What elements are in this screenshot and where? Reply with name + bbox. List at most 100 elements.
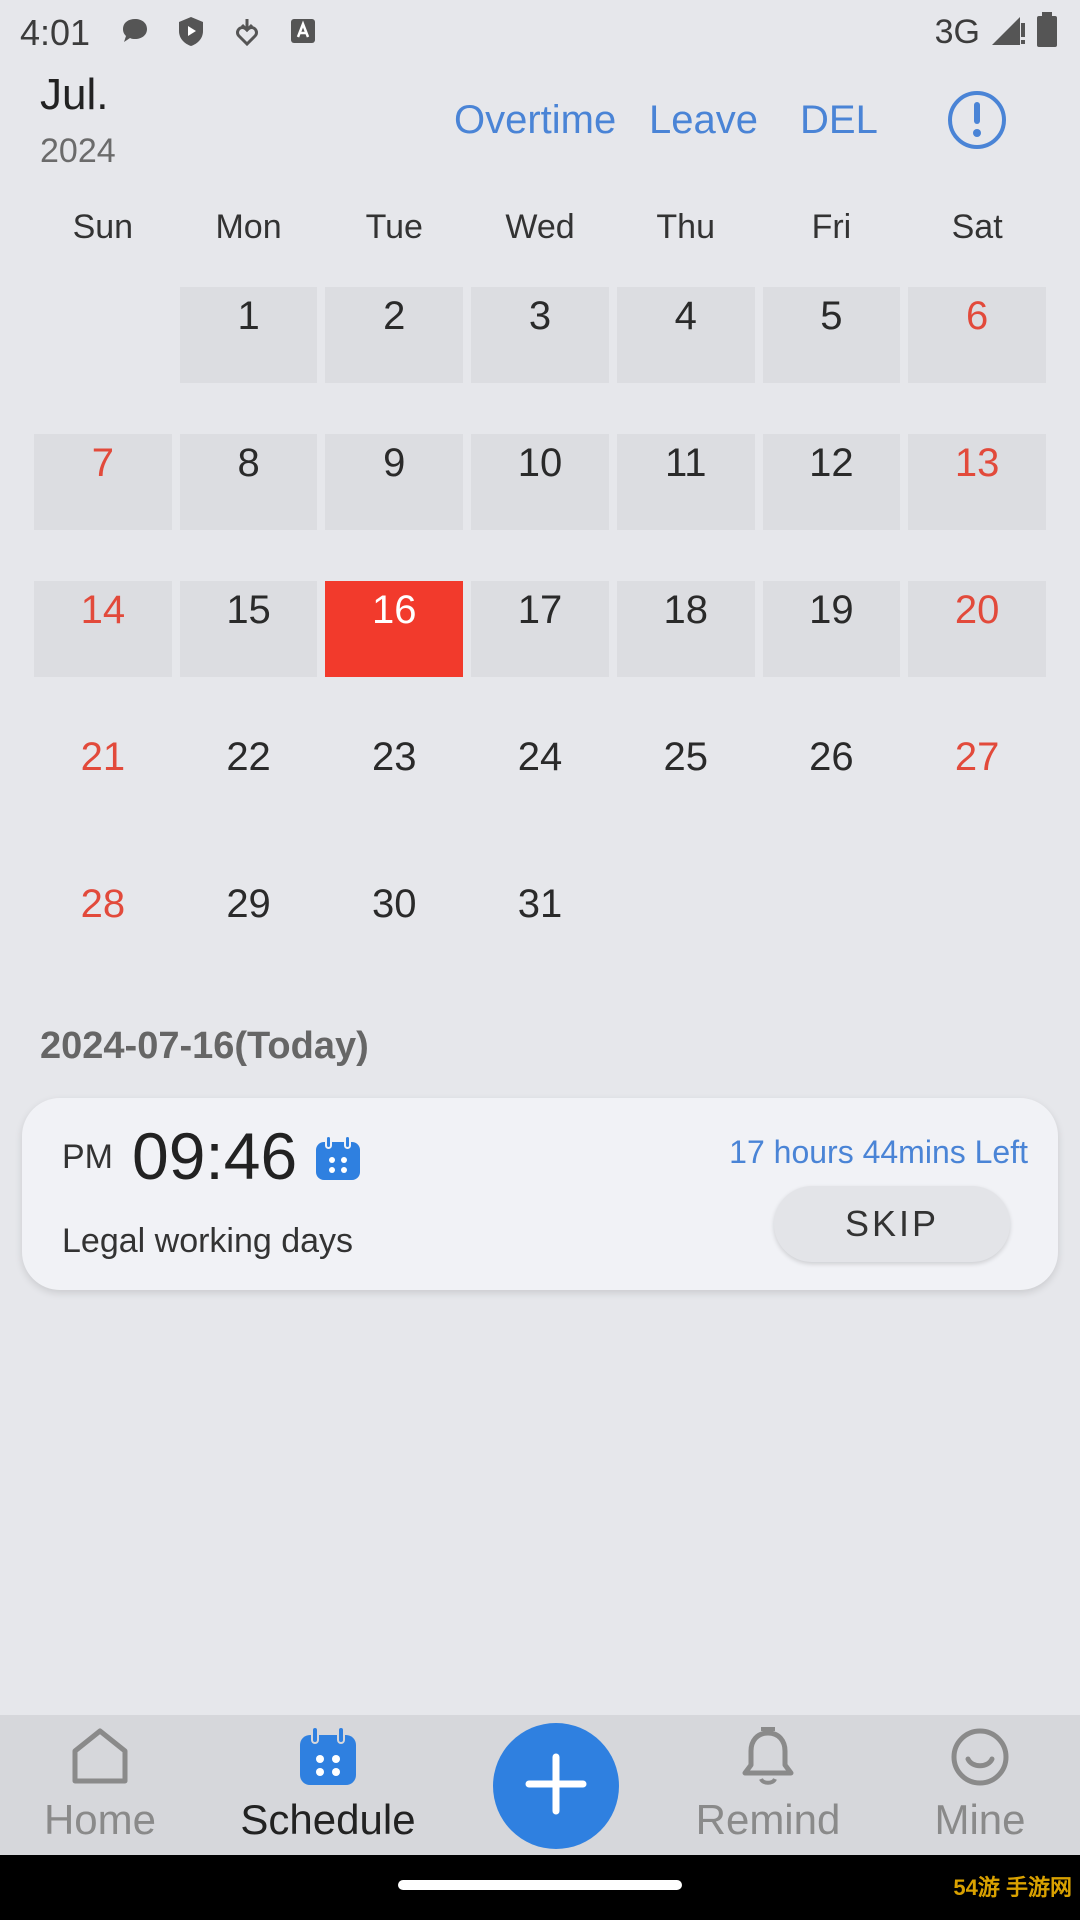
weekday-header: Sun Mon Tue Wed Thu Fri Sat (30, 208, 1050, 247)
day-number: 2 (383, 294, 406, 338)
add-button[interactable] (493, 1723, 619, 1849)
day-number: 14 (80, 588, 126, 632)
weekday-tue: Tue (365, 208, 423, 246)
home-gesture-bar[interactable] (398, 1880, 682, 1890)
calendar-day[interactable]: 15 (176, 581, 322, 728)
nav-remind-label: Remind (695, 1796, 841, 1843)
day-number: 25 (663, 735, 708, 779)
signal-icon (990, 13, 1026, 52)
day-type-label: Legal working days (62, 1222, 354, 1260)
day-number: 15 (226, 588, 271, 632)
day-number: 9 (383, 441, 406, 485)
calendar-day[interactable]: 23 (321, 728, 467, 875)
calendar-day[interactable]: 5 (759, 287, 905, 434)
day-number: 20 (954, 588, 1000, 632)
month-label: Jul. (40, 70, 109, 119)
nav-schedule[interactable]: Schedule (238, 1715, 418, 1855)
calendar-day[interactable]: 12 (759, 434, 905, 581)
weekday-wed: Wed (505, 208, 575, 246)
day-number: 8 (237, 441, 260, 485)
schedule-icon (297, 1715, 359, 1792)
day-number: 10 (517, 441, 563, 485)
status-time: 4:01 (20, 12, 91, 53)
delete-button[interactable]: DEL (800, 98, 878, 143)
bell-icon (737, 1715, 799, 1792)
today-date-label: 2024-07-16(Today) (40, 1025, 369, 1067)
day-number: 29 (226, 882, 271, 926)
shield-play-icon (174, 14, 208, 48)
calendar-day[interactable]: 24 (467, 728, 613, 875)
calendar-day[interactable]: 19 (759, 581, 905, 728)
calendar-day[interactable]: 11 (613, 434, 759, 581)
calendar-day[interactable]: 26 (759, 728, 905, 875)
weekday-thu: Thu (656, 208, 715, 246)
weekday-sun: Sun (72, 208, 134, 246)
calendar-day[interactable]: 10 (467, 434, 613, 581)
calendar-day[interactable]: 29 (176, 875, 322, 1022)
day-number: 23 (372, 735, 417, 779)
day-number: 21 (80, 735, 126, 779)
calendar-day[interactable]: 31 (467, 875, 613, 1022)
calendar-day[interactable]: 18 (613, 581, 759, 728)
day-number: 27 (954, 735, 1000, 779)
calendar-day[interactable]: 17 (467, 581, 613, 728)
nav-remind[interactable]: Remind (678, 1715, 858, 1855)
day-number: 4 (674, 294, 697, 338)
calendar-day[interactable]: 28 (30, 875, 176, 1022)
chat-bubble-icon (118, 14, 152, 48)
calendar-icon (314, 1135, 362, 1182)
overtime-button[interactable]: Overtime (454, 98, 616, 143)
info-icon[interactable] (948, 91, 1006, 149)
calendar-day[interactable]: 16 (321, 581, 467, 728)
nav-mine[interactable]: Mine (890, 1715, 1070, 1855)
calendar-day[interactable]: 21 (30, 728, 176, 875)
calendar-day[interactable]: 14 (30, 581, 176, 728)
leave-button[interactable]: Leave (649, 98, 758, 143)
smile-icon (949, 1715, 1011, 1792)
day-number: 6 (966, 294, 989, 338)
day-number: 7 (91, 441, 114, 485)
calendar-empty-cell (759, 875, 905, 1022)
calendar-day[interactable]: 4 (613, 287, 759, 434)
plus-icon (521, 1749, 591, 1824)
calendar-day[interactable]: 2 (321, 287, 467, 434)
day-number: 12 (809, 441, 854, 485)
day-number: 1 (237, 294, 260, 338)
day-number: 11 (664, 441, 707, 485)
calendar-empty-cell (613, 875, 759, 1022)
watermark: 54游 手游网 (953, 1875, 1072, 1900)
day-number: 30 (372, 882, 417, 926)
day-number: 31 (517, 882, 563, 926)
battery-icon (1036, 12, 1058, 53)
nav-mine-label: Mine (934, 1796, 1026, 1843)
nav-home[interactable]: Home (10, 1715, 190, 1855)
calendar-day[interactable]: 3 (467, 287, 613, 434)
day-number: 19 (809, 588, 854, 632)
day-number: 5 (820, 294, 843, 338)
schedule-card[interactable]: PM 09:46 17 hours 44mins Left Legal work… (22, 1098, 1058, 1290)
year-label: 2024 (40, 132, 116, 170)
day-number: 18 (663, 588, 708, 632)
day-number: 26 (809, 735, 854, 779)
calendar-day[interactable]: 1 (176, 287, 322, 434)
calendar-day[interactable]: 20 (904, 581, 1050, 728)
calendar-grid: 1 2 3 4 5 6 7 8 9 10 11 12 13 14 15 16 17 18 19 20 21 22 23 24 2… (30, 287, 1050, 1022)
calendar-day[interactable]: 7 (30, 434, 176, 581)
skip-button[interactable]: SKIP (774, 1186, 1010, 1262)
calendar-day[interactable]: 6 (904, 287, 1050, 434)
weekday-fri: Fri (811, 208, 852, 246)
calendar-day[interactable]: 25 (613, 728, 759, 875)
calendar-day[interactable]: 30 (321, 875, 467, 1022)
time-remaining: 17 hours 44mins Left (729, 1134, 1028, 1170)
schedule-time: 09:46 (132, 1119, 298, 1193)
calendar-day[interactable]: 22 (176, 728, 322, 875)
calendar-day[interactable]: 13 (904, 434, 1050, 581)
status-bar: 4:01 3G (0, 0, 1080, 64)
calendar-day[interactable]: 8 (176, 434, 322, 581)
calendar-day[interactable]: 27 (904, 728, 1050, 875)
calendar-empty-cell (30, 287, 176, 434)
calendar-day[interactable]: 9 (321, 434, 467, 581)
day-number: 16 (372, 588, 417, 632)
home-icon (69, 1715, 131, 1792)
day-number: 22 (226, 735, 271, 779)
